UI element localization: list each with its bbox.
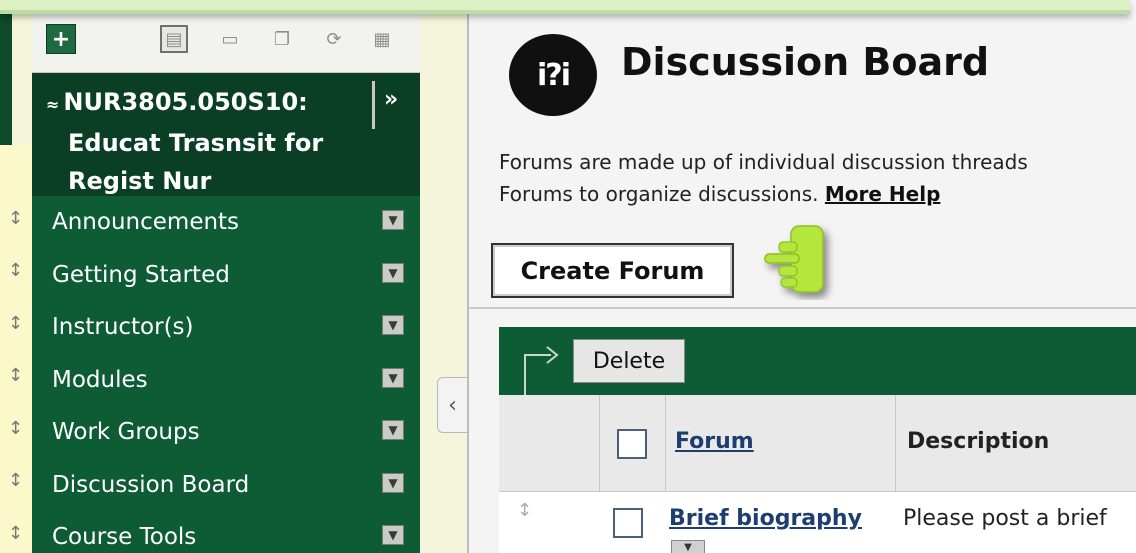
table-action-bar: Delete [499, 327, 1136, 395]
sidebar-item-instructors[interactable]: Instructor(s) ▼ [32, 301, 420, 354]
bulk-action-arrow-icon [524, 346, 559, 395]
column-header-forum[interactable]: Forum [675, 429, 754, 454]
drag-handle-icon[interactable]: ↕ [8, 470, 23, 491]
forum-link[interactable]: Brief biography [669, 506, 862, 531]
main-content: i?i Discussion Board Forums are made up … [467, 0, 1136, 553]
course-title-line2: Educat Trasnsit for [68, 129, 324, 157]
chevron-down-icon[interactable]: ▼ [382, 262, 404, 283]
sidebar-item-label: Modules [52, 366, 148, 393]
select-all-checkbox[interactable] [617, 429, 647, 459]
description-line2: Forums to organize discussions. [499, 182, 819, 206]
sidebar-item-announcements[interactable]: Announcements ▼ [32, 196, 420, 249]
delete-button[interactable]: Delete [573, 339, 685, 383]
chevron-left-icon: ‹ [448, 392, 457, 418]
course-header: ≈ NUR3805.050S10: Educat Trasnsit for Reg… [32, 73, 420, 196]
table-header: Forum Description [499, 395, 1136, 492]
list-view-icon[interactable]: ▤ [160, 25, 188, 53]
chevron-down-icon[interactable]: ▼ [382, 420, 404, 440]
course-title-line1: NUR3805.050S10: [63, 88, 308, 116]
description-line1: Forums are made up of individual discuss… [499, 150, 1028, 174]
window-view-icon[interactable]: ❐ [268, 25, 296, 53]
row-checkbox[interactable] [613, 508, 643, 538]
course-menu: + ▤ ▭ ❐ ⟳ ▦ ≈ NUR3805.050S10: Educat Tras… [32, 0, 420, 553]
expand-menu-button[interactable]: » [384, 87, 398, 112]
sidebar-item-getting-started[interactable]: Getting Started ▼ [32, 249, 420, 302]
column-divider [665, 395, 666, 492]
header-divider [372, 81, 375, 129]
sidebar-item-label: Course Tools [52, 524, 197, 551]
course-menu-list: Announcements ▼ Getting Started ▼ Instru… [32, 196, 420, 553]
chevron-down-icon[interactable]: ▼ [382, 525, 404, 545]
drag-handle-icon[interactable]: ↕ [517, 500, 532, 521]
refresh-icon[interactable]: ⟳ [320, 25, 348, 53]
sidebar-item-modules[interactable]: Modules ▼ [32, 354, 420, 407]
collapse-caret-icon: ≈ [46, 95, 60, 114]
drag-handle-icon[interactable]: ↕ [8, 313, 23, 334]
collapse-menu-tab[interactable]: ‹ [437, 377, 467, 433]
more-help-link[interactable]: More Help [825, 182, 941, 206]
drag-handle-icon[interactable]: ↕ [8, 208, 23, 229]
chevron-down-icon[interactable]: ▼ [382, 210, 404, 230]
column-divider [895, 395, 896, 492]
table-row: ↕ Brief biography ▼ Please post a brief [499, 492, 1136, 553]
chevron-down-icon[interactable]: ▼ [382, 367, 404, 388]
top-highlight-banner [0, 0, 1130, 14]
grid-view-icon[interactable]: ▦ [368, 25, 396, 53]
forum-table: Delete Forum Description ↕ Brief biograp… [499, 327, 1136, 553]
drag-handle-icon[interactable]: ↕ [8, 260, 23, 281]
section-divider [469, 307, 1136, 309]
sidebar-item-label: Announcements [52, 209, 240, 236]
column-header-description: Description [907, 429, 1050, 454]
drag-handle-icon[interactable]: ↕ [8, 523, 23, 544]
page-title: Discussion Board [621, 40, 990, 84]
page-description: Forums are made up of individual discuss… [499, 146, 1136, 210]
drag-handle-icon[interactable]: ↕ [8, 418, 23, 439]
folder-view-icon[interactable]: ▭ [216, 25, 244, 53]
left-dark-strip [0, 0, 12, 145]
chevron-down-icon[interactable]: ▼ [671, 540, 705, 553]
sidebar-item-discussion-board[interactable]: Discussion Board ▼ [32, 459, 420, 512]
chevron-down-icon[interactable]: ▼ [382, 315, 404, 335]
sidebar-item-label: Discussion Board [52, 471, 250, 498]
drag-handle-icon[interactable]: ↕ [8, 365, 23, 386]
left-background-strip [0, 145, 32, 553]
column-divider [599, 395, 600, 492]
chevron-down-icon[interactable]: ▼ [382, 472, 404, 493]
create-forum-button[interactable]: Create Forum [491, 243, 734, 298]
course-title-line3: Regist Nur [68, 167, 212, 195]
sidebar-item-label: Getting Started [52, 261, 230, 288]
sidebar-item-course-tools[interactable]: Course Tools ▼ [32, 511, 420, 553]
plus-icon[interactable]: + [46, 24, 76, 54]
pointing-hand-icon [764, 225, 824, 293]
sidebar-item-label: Work Groups [52, 419, 200, 446]
forum-description: Please post a brief [903, 506, 1107, 531]
course-title[interactable]: ≈ NUR3805.050S10: Educat Trasnsit for Reg… [46, 83, 366, 200]
discussion-board-icon: i?i [509, 34, 597, 116]
sidebar-item-label: Instructor(s) [52, 314, 194, 341]
sidebar-item-work-groups[interactable]: Work Groups ▼ [32, 406, 420, 459]
